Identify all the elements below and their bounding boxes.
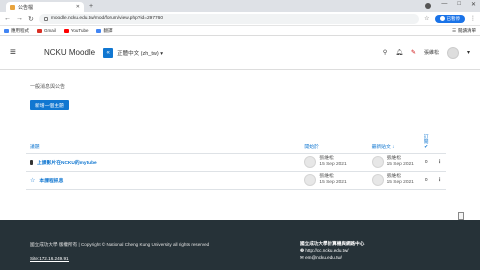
last-post-date[interactable]: 15 Sep 2021 — [387, 180, 414, 186]
lock-icon — [43, 16, 48, 21]
subscribe-label: 訂閱 — [423, 134, 429, 145]
starter-date: 15 Sep 2021 — [319, 162, 347, 167]
avatar — [371, 174, 384, 186]
table-header: 議題 開始於 最新貼文 ↓ 訂閱 ✔ — [26, 125, 446, 154]
profile-paused-button[interactable]: 已暫停 — [434, 14, 465, 23]
bookmark-gmail[interactable]: Gmail — [37, 28, 56, 33]
discussion-title[interactable]: 本課程訊息 — [39, 177, 63, 184]
translate-icon — [96, 28, 102, 33]
row-actions-menu-icon[interactable]: ⋮ — [433, 171, 446, 190]
column-subscribe: 訂閱 ✔ — [419, 125, 434, 154]
apps-grid-icon — [4, 28, 9, 33]
moodle-favicon-icon — [10, 4, 15, 10]
table-row[interactable]: 上課影片在NCKU的mytube 張維松 15 Sep 2021 張維松 15 … — [26, 153, 446, 172]
pin-icon — [30, 159, 33, 165]
bookmark-translate[interactable]: 翻譯 — [96, 28, 112, 34]
footer-center-url[interactable]: ❷ http://cc.ncku.edu.tw/ — [300, 247, 364, 254]
footer-site-ip: Site:172.16.249.91 — [30, 256, 69, 262]
hamburger-menu-icon[interactable]: ≡ — [10, 47, 34, 58]
reading-list-icon: ☰ — [451, 27, 456, 33]
profile-status: 已暫停 — [446, 15, 461, 21]
footer-center-name: 國立成功大學計算機與網路中心 — [300, 241, 365, 246]
reload-icon[interactable]: ↻ — [28, 15, 34, 23]
table-row[interactable]: ☆ 本課程訊息 張維松 15 Sep 2021 張維松 15 Sep 2021 … — [26, 171, 446, 190]
gmail-icon — [37, 28, 42, 33]
reply-count[interactable]: 0 — [419, 171, 434, 190]
column-last-post[interactable]: 最新貼文 ↓ — [367, 125, 420, 154]
reply-count[interactable]: 0 — [419, 153, 434, 172]
bookmarks-bar: 應用程式 Gmail YouTube 翻譯 ☰ 閱讀清單 — [0, 26, 480, 36]
bookmark-label: 應用程式 — [11, 27, 29, 33]
new-tab-button[interactable]: + — [89, 2, 93, 12]
bookmark-youtube[interactable]: YouTube — [63, 28, 89, 33]
avatar — [371, 156, 384, 168]
reading-list[interactable]: ☰ 閱讀清單 — [452, 28, 476, 34]
close-window-button[interactable]: ✕ — [471, 1, 476, 9]
address-bar-row: ← → ↻ moodle.ncku.edu.tw/mod/forum/view.… — [0, 12, 480, 26]
url-text: moodle.ncku.edu.tw/mod/forum/view.php?id… — [50, 16, 164, 21]
youtube-icon — [63, 28, 69, 33]
maximize-button[interactable]: □ — [457, 1, 461, 9]
user-menu-chevron-down-icon[interactable]: ▾ — [467, 49, 470, 56]
avatar — [304, 174, 317, 186]
notification-bell-icon[interactable]: 🔔︎ — [395, 49, 403, 56]
avatar — [304, 156, 317, 168]
user-name[interactable]: 張維松 — [424, 49, 439, 56]
footer-contact: 國立成功大學計算機與網路中心 ❷ http://cc.ncku.edu.tw/ … — [300, 240, 364, 261]
check-icon: ✔ — [424, 144, 429, 150]
moodle-navbar: ≡ NCKU Moodle « 正體中文 (zh_tw) ▾ ⚲ 🔔︎ ✎ 張維… — [0, 36, 480, 70]
bookmark-label: YouTube — [70, 28, 89, 33]
forward-arrow-icon[interactable]: → — [16, 15, 23, 22]
user-avatar[interactable] — [446, 46, 459, 59]
last-post-date[interactable]: 15 Sep 2021 — [387, 162, 414, 168]
bookmark-star-icon[interactable]: ☆ — [424, 15, 429, 22]
starter-date: 15 Sep 2021 — [319, 180, 347, 185]
back-arrow-icon[interactable]: ← — [4, 15, 11, 22]
tab-title: 公告檔 — [18, 4, 34, 11]
url-field[interactable]: moodle.ncku.edu.tw/mod/forum/view.php?id… — [38, 13, 420, 24]
bookmark-apps[interactable]: 應用程式 — [4, 28, 29, 34]
column-actions — [433, 125, 446, 154]
footer-center-email[interactable]: ✉ em@ncku.edu.tw/ — [300, 254, 364, 261]
message-icon[interactable]: ✎ — [411, 49, 416, 56]
bookmark-label: Gmail — [44, 28, 56, 33]
star-icon[interactable]: ☆ — [30, 177, 35, 184]
column-started-by[interactable]: 開始於 — [300, 125, 368, 154]
browser-menu-icon[interactable]: ⋮ — [470, 15, 476, 22]
site-name[interactable]: NCKU Moodle — [44, 48, 95, 57]
record-icon[interactable] — [425, 3, 432, 9]
language-selector[interactable]: 正體中文 (zh_tw) ▾ — [117, 49, 163, 57]
navbar-right: ⚲ 🔔︎ ✎ 張維松 ▾ — [383, 46, 470, 59]
row-actions-menu-icon[interactable]: ⋮ — [433, 153, 446, 172]
add-discussion-button[interactable]: 新增一個主題 — [30, 100, 69, 110]
footer-copyright: 國立成功大學 版權所有 | Copyright © National Cheng… — [30, 242, 210, 247]
discussion-title[interactable]: 上課影片在NCKU的mytube — [37, 159, 97, 166]
forum-heading: 一般消息與公告 — [30, 84, 66, 90]
mouse-cursor-icon — [458, 212, 464, 220]
browser-tab-bar: 公告檔 ✕ + — □ ✕ — [0, 0, 480, 12]
column-discussion[interactable]: 議題 — [26, 125, 301, 154]
search-icon[interactable]: ⚲ — [383, 49, 387, 56]
window-controls: — □ ✕ — [425, 1, 476, 9]
discussion-table: 議題 開始於 最新貼文 ↓ 訂閱 ✔ 上課影片在NCKU的mytube 張維松 … — [26, 125, 446, 190]
bookmark-label: 翻譯 — [103, 27, 113, 33]
main-content: 一般消息與公告 新增一個主題 議題 開始於 最新貼文 ↓ 訂閱 ✔ 上課影片在N… — [0, 70, 480, 220]
minimize-button[interactable]: — — [441, 1, 447, 9]
reading-list-label: 閱讀清單 — [458, 27, 476, 33]
page-footer: 國立成功大學 版權所有 | Copyright © National Cheng… — [0, 220, 480, 270]
browser-tab[interactable]: 公告檔 ✕ — [6, 2, 84, 12]
profile-avatar-icon — [439, 16, 445, 21]
language-icon[interactable]: « — [103, 47, 114, 58]
close-tab-icon[interactable]: ✕ — [76, 4, 80, 10]
